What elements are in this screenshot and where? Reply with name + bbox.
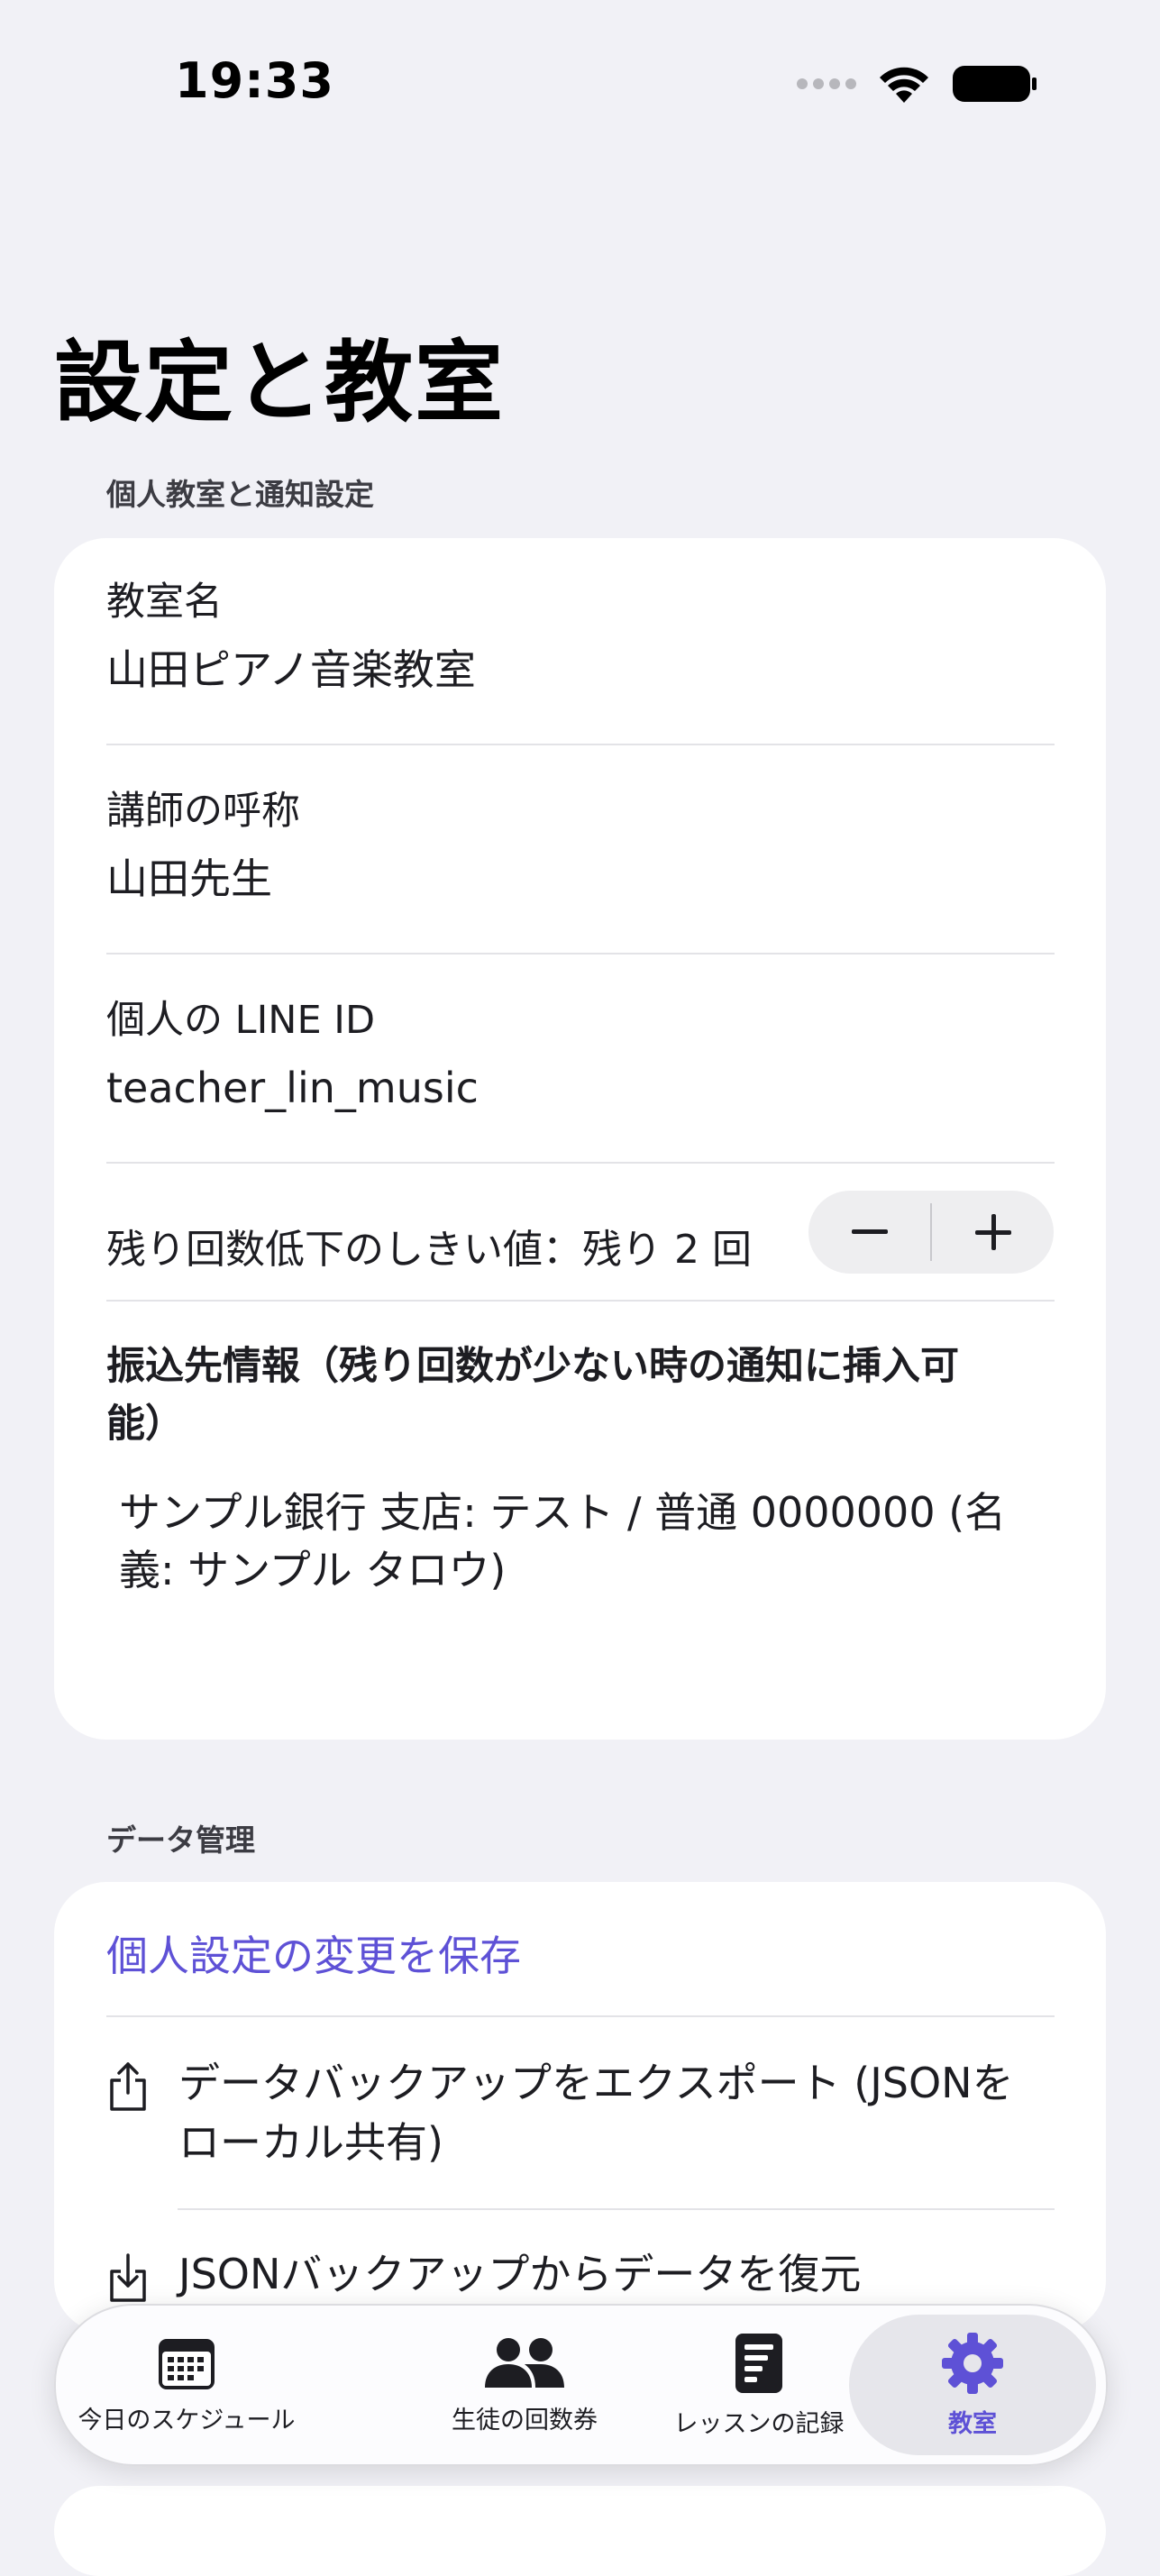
data-management-card: 個人設定の変更を保存 データバックアップをエクスポート (JSONをローカル共有… [54, 1882, 1106, 2333]
restore-backup-label: JSONバックアップからデータを復元 [178, 2250, 862, 2298]
bank-info-field[interactable]: 振込先情報（残り回数が少ない時の通知に挿入可能） サンプル銀行 支店: テスト … [106, 1338, 1008, 1599]
divider [178, 2208, 1055, 2210]
section-header-data: データ管理 [106, 1822, 255, 1858]
tab-schedule-label: 今日のスケジュール [78, 2406, 296, 2434]
line-id-value[interactable]: teacher_lin_music [106, 1064, 1055, 1112]
signal-icon [797, 78, 856, 89]
tab-schedule[interactable]: 今日のスケジュール [78, 2306, 296, 2464]
status-bar: 19:33 [0, 0, 1160, 171]
document-icon [735, 2333, 782, 2393]
import-icon [106, 2252, 153, 2307]
plus-icon [974, 1214, 1011, 1250]
classroom-name-field[interactable]: 教室名 山田ピアノ音楽教室 [106, 579, 1055, 694]
next-card [54, 2486, 1106, 2576]
export-backup-label: データバックアップをエクスポート (JSONをローカル共有) [178, 2059, 1014, 2167]
teacher-title-label: 講師の呼称 [106, 789, 300, 834]
increment-button[interactable] [932, 1191, 1054, 1274]
divider [106, 1300, 1055, 1302]
tab-classroom-label: 教室 [948, 2409, 997, 2438]
restore-backup-button[interactable]: JSONバックアップからデータを復元 [106, 2244, 1055, 2307]
teacher-title-field[interactable]: 講師の呼称 山田先生 [106, 788, 1055, 903]
bank-info-value[interactable]: サンプル銀行 支店: テスト / 普通 0000000 (名義: サンプル タロ… [106, 1484, 1008, 1599]
threshold-label: 残り回数低下のしきい値：残り 2 回 [106, 1227, 752, 1273]
wifi-icon [880, 67, 928, 103]
save-settings-label: 個人設定の変更を保存 [106, 1932, 521, 1980]
gear-icon [942, 2332, 1003, 2394]
tab-tickets-label: 生徒の回数券 [452, 2406, 598, 2434]
export-backup-button[interactable]: データバックアップをエクスポート (JSONをローカル共有) [106, 2053, 1055, 2172]
divider [106, 2015, 1055, 2017]
divider [106, 744, 1055, 745]
section-header-personal: 個人教室と通知設定 [106, 477, 374, 512]
minus-icon [851, 1229, 888, 1234]
save-settings-button[interactable]: 個人設定の変更を保存 [106, 1923, 1055, 1983]
bank-info-title: 振込先情報（残り回数が少ない時の通知に挿入可能） [106, 1344, 959, 1447]
threshold-stepper[interactable] [808, 1191, 1054, 1274]
status-icons [797, 63, 1038, 105]
tab-lesson-records-label: レッスンの記録 [673, 2409, 845, 2438]
page-title: 設定と教室 [54, 332, 506, 434]
tab-tickets[interactable]: 生徒の回数券 [439, 2306, 610, 2464]
personal-settings-card: 教室名 山田ピアノ音楽教室 講師の呼称 山田先生 個人の LINE ID tea… [54, 538, 1106, 1740]
status-time: 19:33 [175, 52, 334, 109]
tab-lesson-records[interactable]: レッスンの記録 [669, 2306, 849, 2464]
share-icon [106, 2060, 153, 2116]
tab-bar: 今日のスケジュール 生徒の回数券 レッスンの記録 教室 [54, 2304, 1108, 2466]
tab-classroom[interactable]: 教室 [849, 2306, 1096, 2464]
teacher-title-value[interactable]: 山田先生 [106, 854, 1055, 903]
line-id-field[interactable]: 個人の LINE ID teacher_lin_music [106, 997, 1055, 1112]
calendar-icon [159, 2338, 215, 2389]
battery-icon [953, 66, 1037, 102]
people-icon [485, 2337, 564, 2388]
decrement-button[interactable] [808, 1191, 930, 1274]
classroom-name-label: 教室名 [106, 580, 223, 625]
divider [106, 1162, 1055, 1164]
divider [106, 953, 1055, 955]
classroom-name-value[interactable]: 山田ピアノ音楽教室 [106, 645, 1055, 694]
line-id-label: 個人の LINE ID [106, 998, 376, 1043]
